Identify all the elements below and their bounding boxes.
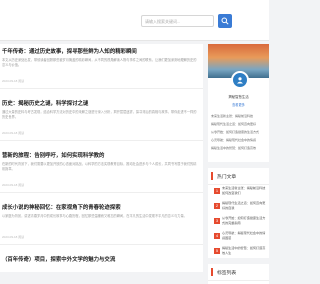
- list-item[interactable]: 未来生活新主张：揭秘前沿科技: [211, 112, 269, 120]
- article-excerpt: 在新的时代背景下，我们需要以更加开放的心态面对挑战，以科学的方法实现教育目标，推…: [2, 162, 197, 171]
- hot-article-link[interactable]: 揭秘生活中的智慧：如何打造高效人生: [222, 246, 268, 256]
- article-title[interactable]: （百年传奇）项目，探索中外文学的魅力与交流: [2, 255, 115, 263]
- widget-header: 热门文章: [208, 168, 269, 185]
- hot-article-link[interactable]: 从零开始：如何打造健康生活方式的完整指南: [222, 216, 268, 226]
- sidebar: 揭秘智慧生活 查看更多 未来生活新主张：揭秘前沿科技 揭秘现代生活之道：如何迈向…: [208, 44, 269, 284]
- article-excerpt: 以家庭为背景，讲述青春岁月中的成长故事与心路历程，回忆那些温暖而又难忘的瞬间，在…: [2, 214, 187, 218]
- accent-bar: [211, 172, 213, 180]
- rank-badge: 4: [214, 233, 220, 239]
- list-item[interactable]: 心灵导航：揭秘现代社会中的情感: [211, 136, 269, 144]
- list-item[interactable]: 1 未来生活新主张：揭秘前沿科技如何改变我们: [208, 185, 269, 200]
- accent-bar: [211, 268, 213, 276]
- profile-name: 揭秘智慧生活: [228, 95, 249, 99]
- hot-article-link[interactable]: 揭秘现代生活之道：如何迈向更好的自我: [222, 201, 268, 211]
- widget-title: 标签列表: [217, 271, 237, 276]
- article-meta: 2023-09-18 阅读: [2, 131, 25, 135]
- tags-widget: 标签列表: [208, 264, 269, 284]
- profile-article-list: 未来生活新主张：揭秘前沿科技 揭秘现代生活之道：如何迈向更好 从零开始：如何打造…: [211, 112, 269, 152]
- article-excerpt: 本文从历史深处出发，带领读者回顾那些被岁月掩盖的精彩瞬间，从不同的视角解读人物与…: [2, 58, 197, 67]
- rank-badge: 2: [214, 203, 220, 209]
- rank-badge: 5: [214, 248, 220, 254]
- article-title[interactable]: 营新的旅程：告别呼吁，如何实现科学教的: [2, 151, 104, 159]
- article-item[interactable]: 营新的旅程：告别呼吁，如何实现科学教的 在新的时代背景下，我们需要以更加开放的心…: [0, 148, 203, 193]
- article-meta: 2023-09-18 阅读: [2, 183, 25, 187]
- list-item[interactable]: 揭秘生活中的智慧：如何打造高效: [211, 144, 269, 152]
- hot-article-link[interactable]: 心灵导航：揭秘现代社会中的情感困惑: [222, 231, 268, 241]
- list-item[interactable]: 从零开始：如何打造健康的生活方式: [211, 128, 269, 136]
- widget-title: 热门文章: [217, 175, 237, 180]
- avatar[interactable]: [231, 71, 249, 89]
- article-item[interactable]: （百年传奇）项目，探索中外文学的魅力与交流: [0, 252, 203, 272]
- list-item[interactable]: 2 揭秘现代生活之道：如何迈向更好的自我: [208, 200, 269, 215]
- hot-article-link[interactable]: 未来生活新主张：揭秘前沿科技如何改变我们: [222, 186, 268, 196]
- article-meta: 2023-09-18 阅读: [2, 79, 25, 83]
- top-bar: 请输入搜索关键词...: [0, 0, 269, 41]
- profile-card: 揭秘智慧生活 查看更多 未来生活新主张：揭秘前沿科技 揭秘现代生活之道：如何迈向…: [208, 44, 269, 162]
- search-input[interactable]: 请输入搜索关键词...: [141, 15, 214, 27]
- article-title[interactable]: 历史：揭秘历史之谜，科学探讨之谜: [2, 99, 88, 107]
- search-icon[interactable]: [218, 14, 232, 28]
- article-title[interactable]: 千年传奇：通过历史故事，探寻那些鲜为人知的精彩瞬间: [2, 47, 137, 55]
- hot-articles-widget: 热门文章 1 未来生活新主张：揭秘前沿科技如何改变我们 2 揭秘现代生活之道：如…: [208, 168, 269, 258]
- article-item[interactable]: 历史：揭秘历史之谜，科学探讨之谜 通过大量的史料与考古发现，结合科学方法对历史中…: [0, 96, 203, 141]
- rank-badge: 1: [214, 188, 220, 194]
- article-meta: 2023-09-18 阅读: [2, 235, 25, 239]
- list-item[interactable]: 4 心灵导航：揭秘现代社会中的情感困惑: [208, 230, 269, 245]
- rank-badge: 3: [214, 218, 220, 224]
- list-item[interactable]: 3 从零开始：如何打造健康生活方式的完整指南: [208, 215, 269, 230]
- article-item[interactable]: 千年传奇：通过历史故事，探寻那些鲜为人知的精彩瞬间 本文从历史深处出发，带领读者…: [0, 44, 203, 89]
- list-item[interactable]: 5 揭秘生活中的智慧：如何打造高效人生: [208, 245, 269, 260]
- article-title[interactable]: 成长小说的神秘回忆：在家视角下的青春轮迹探索: [2, 203, 121, 211]
- article-excerpt: 通过大量的史料与考古发现，结合科学方法对历史中的未解之谜进行深入分析，揭开层层迷…: [2, 110, 197, 119]
- list-item[interactable]: 揭秘现代生活之道：如何迈向更好: [211, 120, 269, 128]
- article-list: 千年传奇：通过历史故事，探寻那些鲜为人知的精彩瞬间 本文从历史深处出发，带领读者…: [0, 44, 203, 272]
- widget-header: 标签列表: [208, 264, 269, 281]
- article-item[interactable]: 成长小说的神秘回忆：在家视角下的青春轮迹探索 以家庭为背景，讲述青春岁月中的成长…: [0, 200, 203, 245]
- profile-more-link[interactable]: 查看更多: [208, 102, 269, 107]
